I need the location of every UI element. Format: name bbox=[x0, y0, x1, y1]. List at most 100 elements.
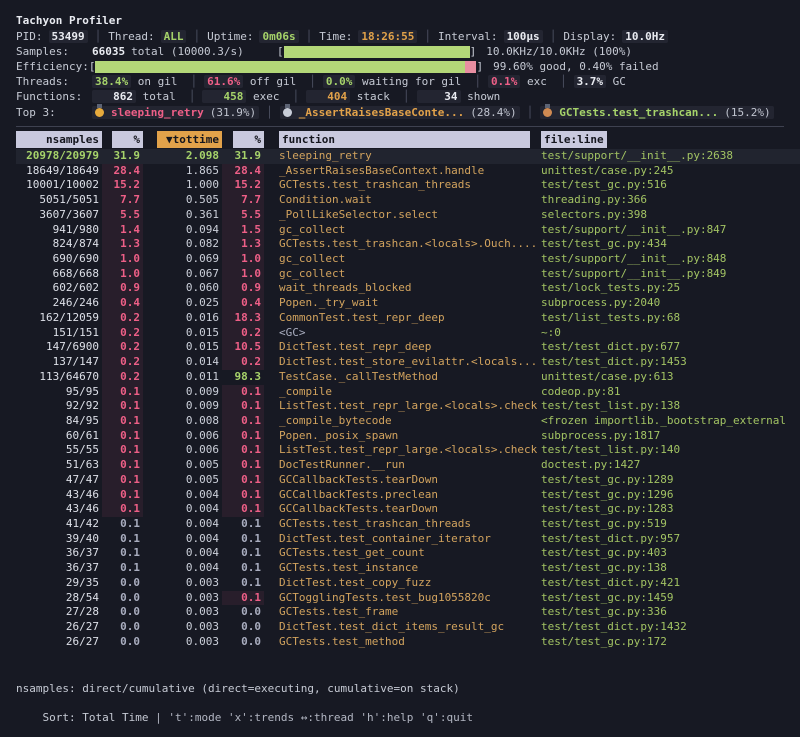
nsamples-cell: 95/95 bbox=[16, 385, 102, 400]
nsamples-cell: 28/54 bbox=[16, 591, 102, 606]
table-row[interactable]: 41/420.10.0040.1GCTests.test_trashcan_th… bbox=[16, 517, 800, 532]
table-row[interactable]: 26/270.00.0030.0DictTest.test_dict_items… bbox=[16, 620, 800, 635]
table-row[interactable]: 29/350.00.0030.1DictTest.test_copy_fuzzt… bbox=[16, 576, 800, 591]
direct-pct-cell: 31.9 bbox=[102, 149, 143, 164]
table-row[interactable]: 43/460.10.0040.1GCCallbackTests.tearDown… bbox=[16, 502, 800, 517]
file-line-cell: test/test_dict.py:677 bbox=[541, 340, 800, 355]
table-row[interactable]: 60/610.10.0060.1Popen._posix_spawnsubpro… bbox=[16, 429, 800, 444]
function-cell: GCTests.test_get_count bbox=[264, 546, 541, 561]
table-row[interactable]: 84/950.10.0080.1_compile_bytecode<frozen… bbox=[16, 414, 800, 429]
cumulative-pct-cell: 0.1 bbox=[222, 399, 264, 414]
efficiency-good-fill bbox=[95, 61, 465, 73]
table-row[interactable]: 690/6901.00.0691.0gc_collecttest/support… bbox=[16, 252, 800, 267]
table-row[interactable]: 602/6020.90.0600.9wait_threads_blockedte… bbox=[16, 281, 800, 296]
off-gil-suffix: off gil bbox=[243, 75, 296, 88]
nsamples-cell: 51/63 bbox=[16, 458, 102, 473]
tottime-cell: 0.003 bbox=[143, 591, 222, 606]
table-row[interactable]: 162/120590.20.01618.3CommonTest.test_rep… bbox=[16, 311, 800, 326]
tottime-cell: 0.011 bbox=[143, 370, 222, 385]
tottime-cell: 0.004 bbox=[143, 502, 222, 517]
tottime-cell: 0.006 bbox=[143, 443, 222, 458]
time-label: Time: bbox=[319, 30, 352, 43]
col-file-line[interactable]: file:line bbox=[541, 131, 800, 148]
function-cell: DocTestRunner.__run bbox=[264, 458, 541, 473]
functions-row: Functions:862 total│458 exec│404 stack│3… bbox=[16, 89, 800, 104]
top3-percent: (15.2%) bbox=[724, 106, 770, 119]
table-row[interactable]: 5051/50517.70.5057.7Condition.waitthread… bbox=[16, 193, 800, 208]
interval-label: Interval: bbox=[438, 30, 498, 43]
uptime-label: Uptime: bbox=[207, 30, 253, 43]
table-row[interactable]: 668/6681.00.0671.0gc_collecttest/support… bbox=[16, 267, 800, 282]
total-suffix: total bbox=[136, 90, 176, 103]
table-row[interactable]: 28/540.00.0030.1GCTogglingTests.test_bug… bbox=[16, 591, 800, 606]
top3-gold[interactable]: sleeping_retry(31.9%) bbox=[92, 106, 259, 119]
col-nsamples[interactable]: nsamples bbox=[16, 131, 102, 148]
table-row[interactable]: 36/370.10.0040.1GCTests.test_get_countte… bbox=[16, 546, 800, 561]
table-row[interactable]: 47/470.10.0050.1GCCallbackTests.tearDown… bbox=[16, 473, 800, 488]
file-line-cell: test/test_gc.py:516 bbox=[541, 178, 800, 193]
table-row[interactable]: 26/270.00.0030.0GCTests.test_methodtest/… bbox=[16, 635, 800, 650]
tottime-cell: 0.005 bbox=[143, 458, 222, 473]
file-line-cell: test/support/__init__.py:848 bbox=[541, 252, 800, 267]
samples-gauge: [ ] 10.0KHz/10.0KHz (100%) bbox=[277, 45, 632, 58]
thread-label: Thread: bbox=[108, 30, 154, 43]
cumulative-pct-cell: 98.3 bbox=[222, 370, 264, 385]
table-row[interactable]: 95/950.10.0090.1_compilecodeop.py:81 bbox=[16, 385, 800, 400]
table-row[interactable]: 20978/2097931.92.09831.9sleeping_retryte… bbox=[16, 149, 800, 164]
gc-value: 3.7% bbox=[574, 75, 607, 88]
top3-bronze[interactable]: GCTests.test_trashcan...(15.2%) bbox=[540, 106, 773, 119]
table-row[interactable]: 55/550.10.0060.1ListTest.test_repr_large… bbox=[16, 443, 800, 458]
file-line-cell: test/list_tests.py:68 bbox=[541, 311, 800, 326]
separator-pipe: │ bbox=[474, 75, 481, 88]
cumulative-pct-cell: 0.1 bbox=[222, 414, 264, 429]
table-row[interactable]: 27/280.00.0030.0GCTests.test_frametest/t… bbox=[16, 605, 800, 620]
table-row[interactable]: 36/370.10.0040.1GCTests.test_instancetes… bbox=[16, 561, 800, 576]
function-cell: DictTest.test_container_iterator bbox=[264, 532, 541, 547]
cumulative-pct-cell: 0.1 bbox=[222, 517, 264, 532]
table-row[interactable]: 18649/1864928.41.86528.4_AssertRaisesBas… bbox=[16, 164, 800, 179]
direct-pct-cell: 0.2 bbox=[102, 326, 143, 341]
table-row[interactable]: 39/400.10.0040.1DictTest.test_container_… bbox=[16, 532, 800, 547]
table-row[interactable]: 113/646700.20.01198.3TestCase._callTestM… bbox=[16, 370, 800, 385]
table-row[interactable]: 941/9801.40.0941.5gc_collecttest/support… bbox=[16, 223, 800, 238]
table-row[interactable]: 10001/1000215.21.00015.2GCTests.test_tra… bbox=[16, 178, 800, 193]
function-cell: GCTests.test_trashcan.<locals>.Ouch.... bbox=[264, 237, 541, 252]
table-row[interactable]: 246/2460.40.0250.4Popen._try_waitsubproc… bbox=[16, 296, 800, 311]
tottime-cell: 0.060 bbox=[143, 281, 222, 296]
nsamples-cell: 246/246 bbox=[16, 296, 102, 311]
cumulative-pct-cell: 1.3 bbox=[222, 237, 264, 252]
stack-suffix: stack bbox=[350, 90, 390, 103]
cumulative-pct-cell: 0.1 bbox=[222, 473, 264, 488]
direct-pct-cell: 0.1 bbox=[102, 429, 143, 444]
table-row[interactable]: 824/8741.30.0821.3GCTests.test_trashcan.… bbox=[16, 237, 800, 252]
nsamples-cell: 151/151 bbox=[16, 326, 102, 341]
table-row[interactable]: 137/1470.20.0140.2DictTest.test_store_ev… bbox=[16, 355, 800, 370]
table-row[interactable]: 92/920.10.0090.1ListTest.test_repr_large… bbox=[16, 399, 800, 414]
table-row[interactable]: 151/1510.20.0150.2<GC>~:0 bbox=[16, 326, 800, 341]
file-line-cell: codeop.py:81 bbox=[541, 385, 800, 400]
col-direct-pct[interactable]: % bbox=[102, 131, 143, 148]
file-line-cell: test/test_gc.py:519 bbox=[541, 517, 800, 532]
gauge-close-bracket: ] bbox=[476, 60, 483, 73]
function-cell: ListTest.test_repr_large.<locals>.check bbox=[264, 443, 541, 458]
file-line-cell: test/lock_tests.py:25 bbox=[541, 281, 800, 296]
samples-gauge-text: 10.0KHz/10.0KHz (100%) bbox=[486, 45, 632, 58]
function-cell: wait_threads_blocked bbox=[264, 281, 541, 296]
table-row[interactable]: 51/630.10.0050.1DocTestRunner.__rundocte… bbox=[16, 458, 800, 473]
col-cumulative-pct[interactable]: % bbox=[222, 131, 264, 148]
file-line-cell: test/test_gc.py:336 bbox=[541, 605, 800, 620]
nsamples-cell: 113/64670 bbox=[16, 370, 102, 385]
tottime-cell: 0.003 bbox=[143, 620, 222, 635]
top3-percent: (28.4%) bbox=[470, 106, 516, 119]
nsamples-cell: 27/28 bbox=[16, 605, 102, 620]
top3-silver[interactable]: _AssertRaisesBaseConte...(28.4%) bbox=[280, 106, 520, 119]
table-row[interactable]: 43/460.10.0040.1GCCallbackTests.preclean… bbox=[16, 488, 800, 503]
nsamples-cell: 3607/3607 bbox=[16, 208, 102, 223]
nsamples-cell: 20978/20979 bbox=[16, 149, 102, 164]
table-row[interactable]: 147/69000.20.01510.5DictTest.test_repr_d… bbox=[16, 340, 800, 355]
col-function[interactable]: function bbox=[264, 131, 541, 148]
tottime-cell: 0.004 bbox=[143, 517, 222, 532]
key-hints: | 't':mode 'x':trends ↔:thread 'h':help … bbox=[155, 711, 473, 724]
table-row[interactable]: 3607/36075.50.3615.5_PollLikeSelector.se… bbox=[16, 208, 800, 223]
col-tottime[interactable]: ▼tottime bbox=[143, 131, 222, 148]
